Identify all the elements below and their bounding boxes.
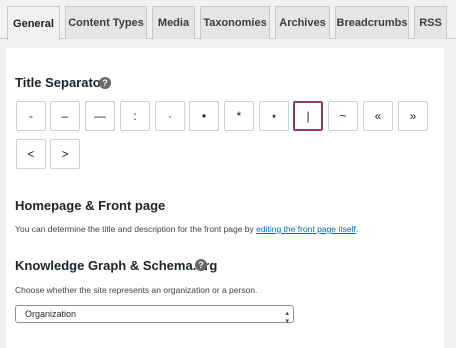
title-separator-help-icon[interactable]: ? bbox=[99, 77, 111, 89]
knowledge-graph-description: Choose whether the site represents an or… bbox=[15, 285, 258, 295]
settings-tab-bar: General Content Types Media Taxonomies A… bbox=[0, 0, 456, 40]
separator-option-left-guillemet[interactable]: « bbox=[363, 101, 393, 131]
tab-media[interactable]: Media bbox=[152, 6, 195, 39]
separator-option-en-dash[interactable]: – bbox=[50, 101, 80, 131]
separator-option-small-star[interactable]: ⋆ bbox=[259, 101, 289, 131]
separator-option-hyphen[interactable]: - bbox=[16, 101, 46, 131]
tab-taxonomies[interactable]: Taxonomies bbox=[200, 6, 270, 39]
edit-front-page-link[interactable]: editing the front page itself bbox=[256, 224, 356, 234]
separator-option-middot[interactable]: · bbox=[155, 101, 185, 131]
separator-option-right-guillemet[interactable]: » bbox=[398, 101, 428, 131]
separator-option-bullet[interactable]: • bbox=[189, 101, 219, 131]
tab-archives[interactable]: Archives bbox=[275, 6, 330, 39]
dropdown-arrow-icon: ▴ ▾ bbox=[285, 310, 289, 325]
separator-option-asterisk[interactable]: * bbox=[224, 101, 254, 131]
separator-option-tilde[interactable]: ~ bbox=[328, 101, 358, 131]
separator-option-greater-than[interactable]: > bbox=[50, 139, 80, 169]
homepage-description: You can determine the title and descript… bbox=[15, 224, 358, 234]
site-represents-value: Organization bbox=[25, 309, 77, 319]
tab-rss[interactable]: RSS bbox=[414, 6, 447, 39]
separator-option-em-dash[interactable]: — bbox=[85, 101, 115, 131]
separator-option-less-than[interactable]: < bbox=[16, 139, 46, 169]
site-represents-select[interactable]: Organization ▴ ▾ bbox=[15, 305, 294, 325]
homepage-heading: Homepage & Front page bbox=[15, 198, 166, 213]
knowledge-graph-heading: Knowledge Graph & Schema.org bbox=[15, 258, 218, 273]
tab-general[interactable]: General bbox=[7, 6, 60, 40]
knowledge-graph-help-icon[interactable]: ? bbox=[195, 259, 207, 271]
title-separator-heading: Title Separator bbox=[15, 75, 106, 90]
tab-content-types[interactable]: Content Types bbox=[65, 6, 147, 39]
homepage-description-end: . bbox=[355, 224, 359, 234]
separator-option-colon[interactable]: : bbox=[120, 101, 150, 131]
tab-breadcrumbs[interactable]: Breadcrumbs bbox=[335, 6, 409, 39]
separator-option-pipe[interactable]: | bbox=[293, 101, 323, 131]
homepage-description-text: You can determine the title and descript… bbox=[15, 224, 257, 234]
